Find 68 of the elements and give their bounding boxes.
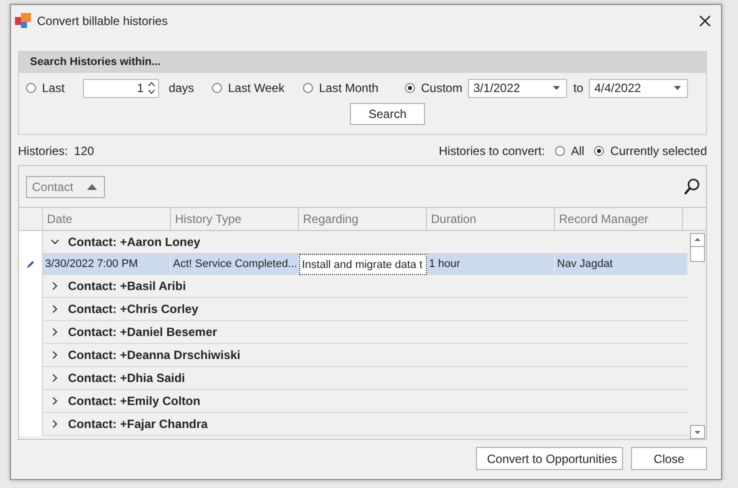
table-cell: Act! Service Completed...	[171, 254, 299, 275]
dropdown-caret-icon	[553, 86, 560, 90]
chevron-down-icon	[51, 238, 59, 246]
radio-button[interactable]	[554, 146, 565, 156]
chevron-right-icon	[51, 282, 59, 290]
table-cell: Nav Jagdat	[555, 254, 688, 275]
radio-label[interactable]: All	[570, 144, 584, 158]
range-label: to	[573, 81, 584, 95]
app-logo-icon	[15, 13, 31, 29]
vertical-scrollbar[interactable]	[689, 231, 706, 439]
search-button[interactable]	[684, 178, 700, 195]
radio-label[interactable]: Currently selected	[610, 144, 707, 158]
column-header[interactable]: Date	[43, 208, 171, 230]
window-title: Convert billable histories	[37, 14, 169, 28]
panel-header: Search Histories within...	[19, 52, 706, 73]
histories-label: Histories:	[18, 144, 68, 158]
spinner-value: 1	[137, 81, 144, 95]
group-by-chip[interactable]: Contact	[26, 176, 106, 198]
date-field[interactable]: 4/4/2022	[589, 78, 688, 98]
dialog-button[interactable]: Convert to Opportunities	[476, 447, 623, 470]
radio-button[interactable]	[594, 146, 604, 156]
search-button[interactable]: Search	[350, 103, 425, 125]
sort-arrow-icon	[87, 184, 98, 190]
column-header[interactable]: Regarding	[299, 208, 427, 230]
date-value: 3/1/2022	[473, 81, 520, 95]
group-row[interactable]: Contact: +Daniel Besemer	[43, 321, 689, 344]
group-row[interactable]: Contact: +Deanna Drschiwiski	[43, 344, 689, 367]
group-row[interactable]: Contact: +Emily Colton	[43, 390, 689, 413]
dropdown-caret-icon	[674, 86, 682, 90]
search-icon	[684, 178, 700, 195]
scroll-thumb[interactable]	[690, 246, 705, 262]
group-row[interactable]: Contact: +Fajar Chandra	[43, 413, 689, 436]
chevron-right-icon	[51, 397, 59, 405]
column-header[interactable]: History Type	[171, 208, 299, 230]
scroll-up-icon	[690, 233, 705, 247]
date-value: 4/4/2022	[594, 81, 642, 95]
histories-count: 120	[74, 144, 94, 158]
dialog-button[interactable]: Close	[631, 447, 707, 470]
group-row[interactable]: Contact: +Dhia Saidi	[43, 367, 689, 390]
table-cell: 1 hour	[427, 254, 555, 275]
number-spinner[interactable]: 1	[82, 78, 159, 98]
column-header[interactable]: Record Manager	[555, 208, 683, 230]
date-field[interactable]: 3/1/2022	[468, 78, 568, 98]
group-row[interactable]: Contact: +Basil Aribi	[43, 275, 689, 298]
radio-button[interactable]	[212, 83, 222, 93]
chevron-right-icon	[51, 420, 59, 428]
column-header[interactable]: Duration	[427, 208, 555, 230]
radio-label[interactable]: Last Month	[319, 81, 378, 95]
chevron-right-icon	[51, 305, 59, 313]
chevron-right-icon	[51, 374, 59, 382]
radio-button[interactable]	[303, 83, 313, 93]
unit-label: days	[168, 81, 194, 95]
spin-arrows-icon	[148, 81, 155, 95]
scroll-down-icon	[690, 425, 705, 439]
radio-button[interactable]	[26, 83, 36, 93]
radio-button[interactable]	[405, 83, 415, 93]
radio-label[interactable]: Last Week	[228, 81, 284, 95]
convert-label: Histories to convert:	[438, 144, 545, 158]
radio-label[interactable]: Custom	[421, 81, 462, 95]
chevron-right-icon	[51, 328, 59, 336]
data-row[interactable]: 3/30/2022 7:00 PM Act! Service Completed... Install and migrate data t 1 hour Nav Jagdat	[19, 254, 689, 275]
table-cell[interactable]: Install and migrate data t	[299, 254, 427, 275]
table-cell: 3/30/2022 7:00 PM	[43, 254, 171, 275]
radio-label[interactable]: Last	[42, 81, 65, 95]
chevron-right-icon	[51, 351, 59, 359]
pencil-icon	[26, 260, 35, 269]
group-row[interactable]: Contact: +Chris Corley	[43, 298, 689, 321]
close-icon	[699, 15, 711, 27]
